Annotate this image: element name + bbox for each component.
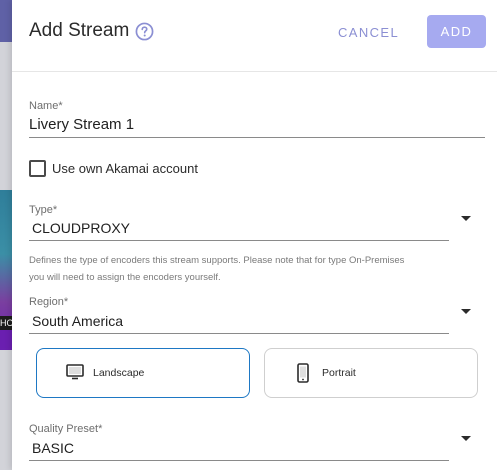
portrait-label: Portrait: [322, 367, 356, 379]
type-helper-line-1: Defines the type of encoders this stream…: [29, 255, 405, 266]
dialog-header: Add Stream CANCEL ADD: [12, 0, 497, 72]
background-thumbnail-label: HO: [0, 316, 12, 330]
name-value[interactable]: Livery Stream 1: [29, 116, 134, 133]
caret-down-icon[interactable]: [461, 309, 471, 314]
type-label: Type*: [29, 204, 58, 216]
region-label: Region*: [29, 296, 69, 308]
background-header: [0, 0, 12, 42]
region-underline: [29, 333, 449, 334]
monitor-icon: [66, 364, 84, 380]
portrait-option[interactable]: Portrait: [264, 348, 478, 398]
add-button[interactable]: ADD: [427, 15, 486, 48]
app-stage: HO Add Stream CANCEL ADD Name* Livery St…: [0, 0, 497, 470]
help-circle-icon[interactable]: [135, 22, 154, 41]
landscape-label: Landscape: [93, 367, 145, 379]
background-thumbnail-footer: [0, 330, 12, 348]
name-underline: [29, 137, 485, 138]
type-helper-text: Defines the type of encoders this stream…: [29, 252, 449, 286]
type-value[interactable]: CLOUDPROXY: [32, 220, 130, 236]
region-value[interactable]: South America: [32, 313, 123, 329]
phone-icon: [297, 363, 309, 383]
own-akamai-checkbox[interactable]: [29, 160, 46, 177]
caret-down-icon[interactable]: [461, 216, 471, 221]
own-akamai-label[interactable]: Use own Akamai account: [52, 161, 198, 176]
quality-label: Quality Preset*: [29, 423, 103, 435]
quality-underline: [29, 460, 449, 461]
name-label: Name*: [29, 100, 63, 112]
landscape-option[interactable]: Landscape: [36, 348, 250, 398]
quality-value[interactable]: BASIC: [32, 440, 74, 456]
type-underline: [29, 240, 449, 241]
caret-down-icon[interactable]: [461, 436, 471, 441]
cancel-button[interactable]: CANCEL: [338, 22, 399, 42]
dialog-title: Add Stream: [29, 20, 130, 41]
add-stream-dialog: Add Stream CANCEL ADD Name* Livery Strea…: [12, 0, 497, 470]
type-helper-line-2: you will need to assign the encoders you…: [29, 272, 221, 283]
